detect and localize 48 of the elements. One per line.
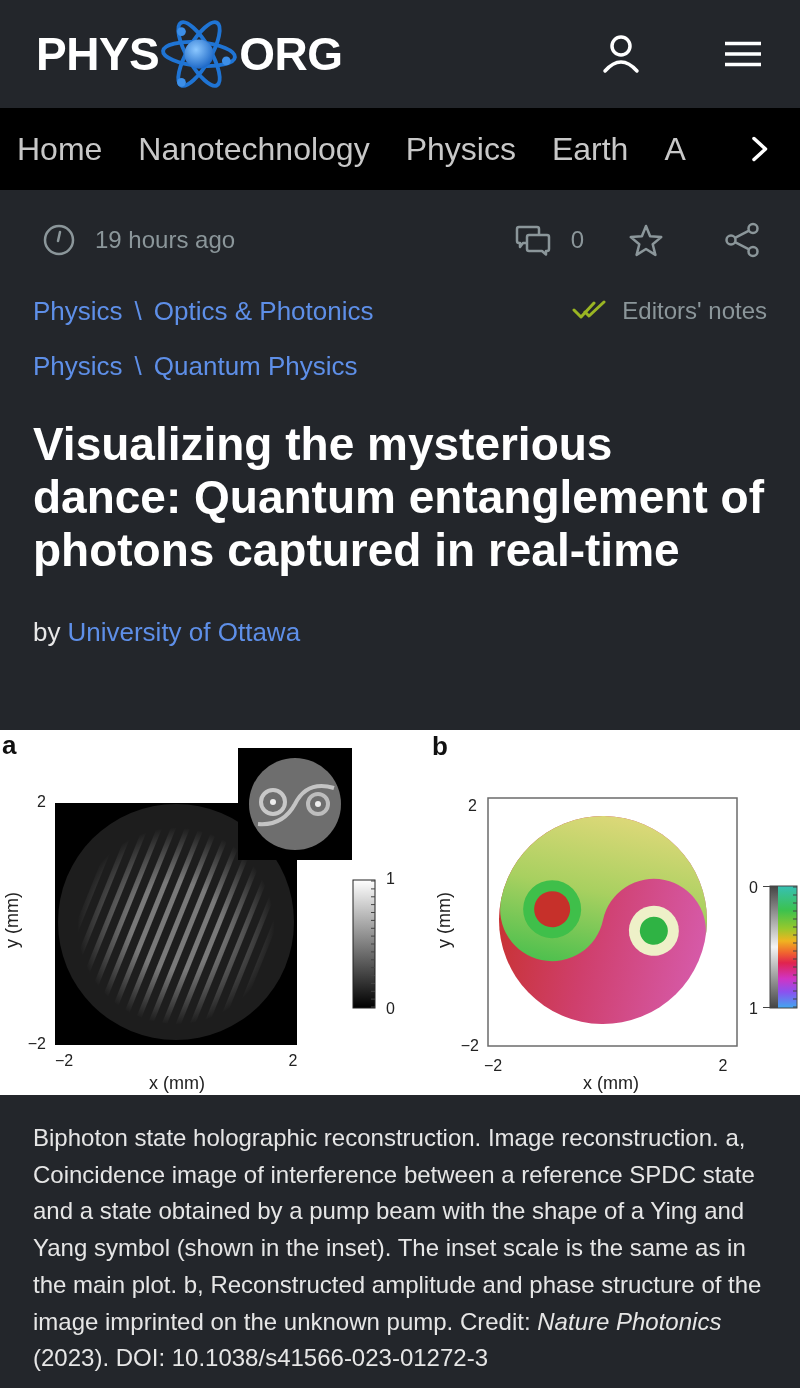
bookmark-button[interactable] [628, 223, 664, 257]
axis-tick-label: −2 [460, 1037, 479, 1054]
axis-tick-label: 2 [37, 793, 46, 810]
site-logo[interactable]: PHYS ORG [36, 10, 343, 98]
author-link[interactable]: University of Ottawa [67, 614, 301, 650]
share-icon [724, 222, 760, 258]
colorbar-tick-label: 1 [749, 1000, 758, 1017]
colorbar-tick-label: 0 [749, 879, 758, 896]
nav-link[interactable]: A [664, 130, 686, 168]
breadcrumb-separator: \ [134, 295, 142, 327]
user-icon [601, 34, 641, 74]
byline-prefix: by [33, 616, 61, 649]
share-button[interactable] [724, 222, 760, 258]
comment-icon [514, 224, 551, 256]
colorbar-tick-label: 0 [386, 1000, 395, 1017]
chevron-icon [751, 136, 769, 162]
axis-tick-label: −2 [55, 1052, 74, 1069]
menu-icon [724, 41, 762, 67]
breadcrumb-link[interactable]: Physics [33, 295, 123, 327]
axis-tick-label: −2 [27, 1035, 46, 1052]
nav-link[interactable]: Earth [551, 130, 629, 168]
axis-title: y (mm) [434, 892, 454, 948]
breadcrumb-separator: \ [134, 350, 142, 382]
breadcrumb-link[interactable]: Physics [33, 350, 123, 382]
editors-notes-button[interactable]: Editors' notes [572, 297, 767, 325]
colorbar-tick-label: 1 [386, 870, 395, 887]
panel-label: b [432, 731, 448, 761]
breadcrumb-link[interactable]: Optics & Photonics [153, 295, 374, 327]
comments-button[interactable]: 0 [514, 224, 584, 256]
axis-tick-label: 2 [468, 797, 477, 814]
axis-title: y (mm) [2, 892, 22, 948]
axis-tick-label: −2 [484, 1057, 503, 1074]
clock-icon [43, 224, 75, 256]
timestamp: 19 hours ago [95, 226, 236, 254]
panel-label: a [2, 730, 17, 760]
menu-button[interactable] [724, 41, 762, 67]
axis-tick-label: 2 [288, 1052, 298, 1069]
nav-link[interactable]: Physics [405, 130, 516, 168]
figure-caption: Biphoton state holographic reconstruction. Image reconstruction. a, Coincidence image of interference between a reference SPDC state and a state obtained by a pump beam with the shape of a Ying and Yang symbol (shown in the inset). The inset scale is the same as in the main plot. b, Reconstructed amplitude and phase structure of the image imprinted on the unknown pump. Credit: Nature Photonics (2023). DOI: 10.1038/s41566-023-01272-3 [32, 1123, 763, 1374]
star-icon [628, 223, 664, 257]
nav-link[interactable]: Nanotechnology [138, 130, 370, 168]
axis-title: x (mm) [149, 1073, 205, 1093]
breadcrumb-link[interactable]: Quantum Physics [153, 350, 358, 382]
axis-tick-label: 2 [718, 1057, 728, 1074]
nav-link[interactable]: Home [17, 130, 103, 168]
axis-title: x (mm) [583, 1073, 639, 1093]
article-title: Visualizing the mysterious dance: Quantum entanglement of photons captured in real-time [33, 418, 766, 577]
account-button[interactable] [601, 34, 641, 74]
